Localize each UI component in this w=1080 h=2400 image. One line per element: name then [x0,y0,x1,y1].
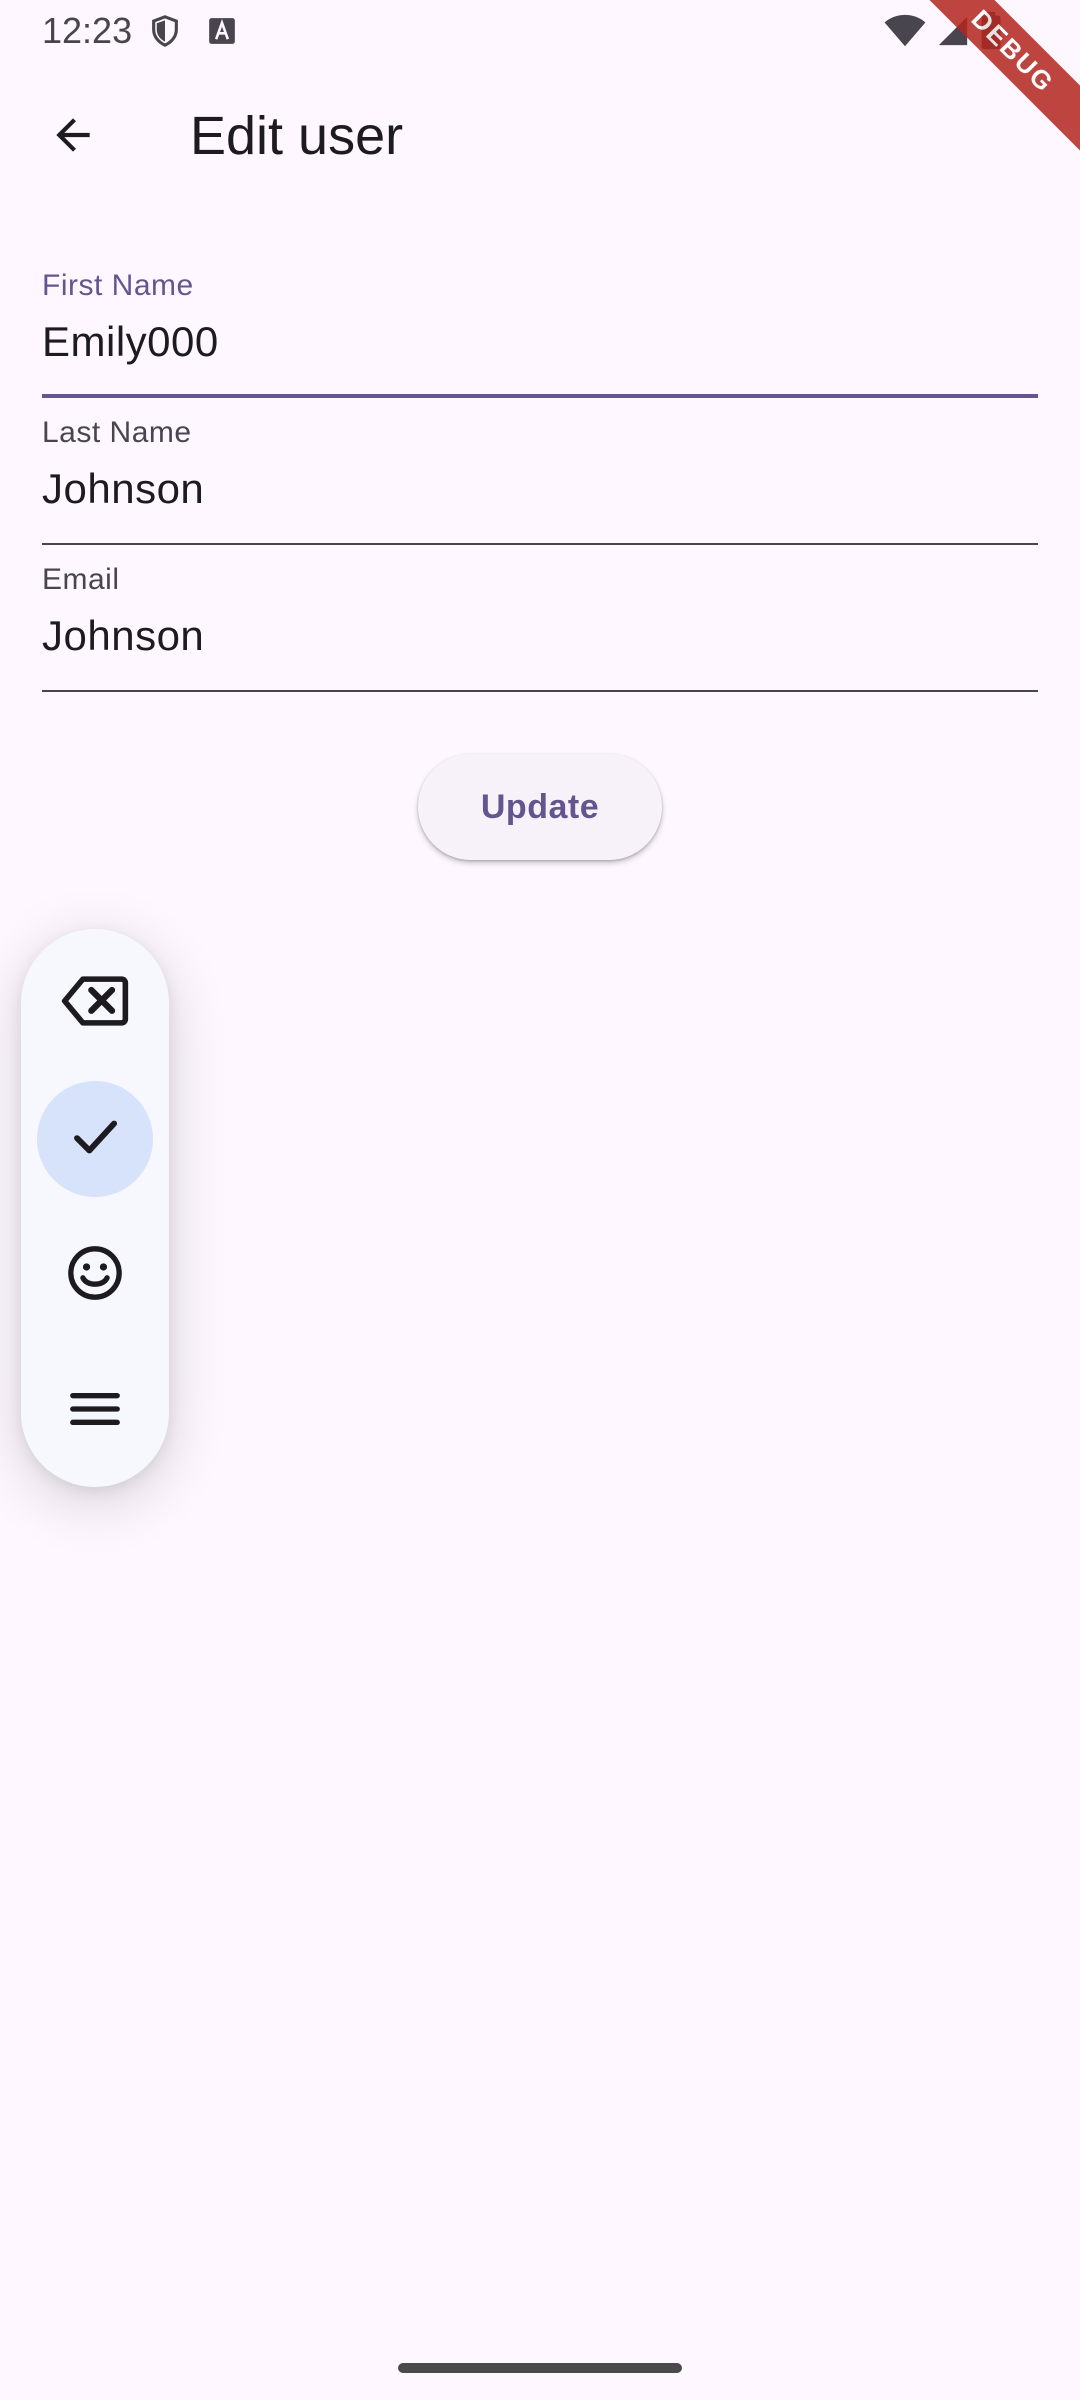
keyboard-a-icon [208,16,236,51]
last-name-underline [42,543,1038,545]
last-name-value[interactable]: Johnson [42,463,204,515]
first-name-value[interactable]: Emily000 [42,316,219,368]
menu-icon [68,1389,122,1434]
last-name-label: Last Name [42,416,192,449]
emoji-icon [66,1244,124,1307]
keyboard-toolbar [21,929,169,1487]
done-button[interactable] [37,1081,153,1197]
back-button[interactable] [34,98,112,176]
wifi-icon [884,14,926,53]
page-title: Edit user [190,106,404,166]
backspace-icon [61,974,129,1033]
shield-icon [148,12,182,55]
app-bar: Edit user [0,62,1080,210]
navigation-handle[interactable] [398,2363,682,2373]
email-value[interactable]: Johnson [42,610,204,662]
first-name-label: First Name [42,269,194,302]
first-name-field[interactable]: First Name Emily000 [42,258,1038,398]
backspace-button[interactable] [37,945,153,1061]
status-bar: 12:23 DEBUG [0,0,1080,156]
email-field[interactable]: Email Johnson [42,552,1038,692]
menu-button[interactable] [37,1353,153,1469]
update-button[interactable]: Update [418,754,662,860]
last-name-field[interactable]: Last Name Johnson [42,405,1038,545]
first-name-underline [42,394,1038,398]
email-underline [42,690,1038,692]
status-time: 12:23 [42,10,133,51]
email-label: Email [42,563,120,596]
arrow-back-icon [48,110,98,165]
check-icon [68,1110,122,1169]
emoji-button[interactable] [37,1217,153,1333]
